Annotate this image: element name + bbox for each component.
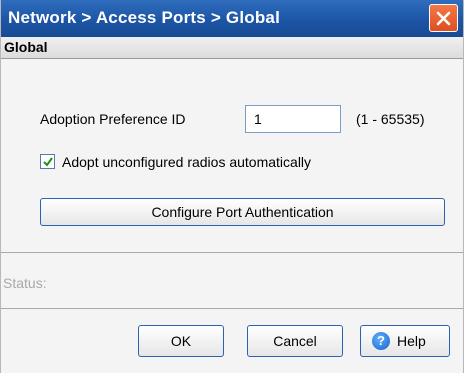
auto-adopt-label: Adopt unconfigured radios automatically: [62, 154, 312, 170]
help-icon: ?: [372, 332, 390, 350]
dialog-window: Network > Access Ports > Global Global A…: [0, 0, 464, 373]
cancel-button[interactable]: Cancel: [247, 325, 343, 357]
separator: [1, 252, 463, 253]
ok-button[interactable]: OK: [138, 325, 224, 357]
section-title: Global: [4, 39, 48, 55]
checkmark-icon: [43, 157, 53, 167]
cancel-button-label: Cancel: [273, 333, 317, 349]
close-icon: [436, 11, 451, 26]
help-button-label: Help: [397, 333, 426, 349]
separator: [1, 308, 463, 309]
section-header: Global: [1, 37, 463, 59]
adoption-preference-input[interactable]: [245, 105, 341, 133]
window-title: Network > Access Ports > Global: [8, 8, 281, 27]
help-button[interactable]: ? Help: [360, 325, 450, 357]
adoption-preference-label: Adoption Preference ID: [40, 111, 186, 127]
close-button[interactable]: [429, 4, 458, 32]
title-bar: Network > Access Ports > Global: [1, 0, 463, 37]
configure-button-label: Configure Port Authentication: [151, 204, 334, 220]
auto-adopt-checkbox[interactable]: [40, 154, 55, 169]
status-label: Status:: [3, 275, 47, 291]
configure-port-authentication-button[interactable]: Configure Port Authentication: [40, 198, 445, 226]
adoption-range-label: (1 - 65535): [356, 111, 425, 127]
ok-button-label: OK: [170, 333, 192, 349]
